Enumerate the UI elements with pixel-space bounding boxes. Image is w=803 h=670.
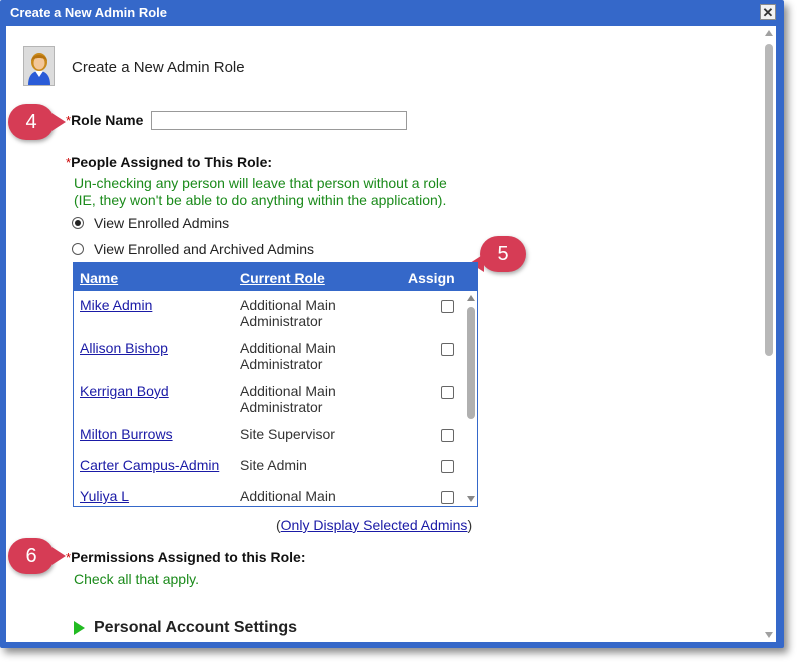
dialog-content[interactable]: Create a New Admin Role 4 *Role Name *Pe… bbox=[6, 26, 776, 642]
callout-badge-4: 4 bbox=[8, 104, 66, 140]
paren-close: ) bbox=[467, 517, 473, 533]
only-display-selected: (Only Display Selected Admins) bbox=[276, 517, 472, 533]
dialog-scrollbar[interactable] bbox=[764, 30, 774, 638]
role-line-2: Administrator bbox=[240, 399, 323, 415]
people-assigned-label: *People Assigned to This Role: bbox=[66, 154, 272, 172]
admin-name-link[interactable]: Allison Bishop bbox=[80, 340, 168, 356]
radio-label[interactable]: View Enrolled Admins bbox=[94, 215, 229, 231]
permissions-label-text: Permissions Assigned to this Role: bbox=[71, 549, 306, 565]
admin-current-role: Additional Main Administrator bbox=[240, 340, 370, 372]
table-body: Mike Admin Additional Main Administrator … bbox=[74, 291, 463, 506]
scroll-down-icon[interactable] bbox=[765, 632, 773, 638]
close-button[interactable]: ✕ bbox=[760, 4, 776, 20]
callout-badge-5: 5 bbox=[470, 236, 526, 272]
admin-current-role: Site Admin bbox=[240, 457, 307, 473]
role-name-input[interactable] bbox=[151, 111, 407, 130]
radio-view-enrolled-admins[interactable]: View Enrolled Admins bbox=[72, 215, 229, 231]
table-scroll-thumb[interactable] bbox=[467, 307, 475, 419]
callout-badge-6: 6 bbox=[8, 538, 66, 574]
dialog-title: Create a New Admin Role bbox=[10, 5, 168, 20]
role-line-2: Administrator bbox=[240, 356, 323, 372]
create-admin-role-dialog: Create a New Admin Role ✕ Create a New A… bbox=[0, 0, 784, 648]
permissions-label: *Permissions Assigned to this Role: bbox=[66, 549, 305, 567]
section-personal-account-settings[interactable]: Personal Account Settings bbox=[74, 619, 297, 637]
people-help-text: Un-checking any person will leave that p… bbox=[74, 175, 447, 209]
admin-name-link[interactable]: Kerrigan Boyd bbox=[80, 383, 169, 399]
assign-checkbox[interactable] bbox=[441, 491, 454, 504]
people-help-line-1: Un-checking any person will leave that p… bbox=[74, 175, 447, 191]
table-row: Mike Admin Additional Main Administrator bbox=[74, 297, 463, 337]
admin-name-link[interactable]: Mike Admin bbox=[80, 297, 152, 313]
admin-name-link[interactable]: Yuliya L bbox=[80, 488, 129, 504]
people-help-line-2: (IE, they won't be able to do anything w… bbox=[74, 192, 447, 208]
admin-current-role: Additional Main Administrator bbox=[240, 383, 370, 415]
column-header-assign: Assign bbox=[408, 270, 455, 286]
column-header-current-role[interactable]: Current Role bbox=[240, 270, 325, 286]
table-header: Name Current Role Assign bbox=[74, 263, 477, 291]
only-display-selected-link[interactable]: Only Display Selected Admins bbox=[281, 517, 468, 533]
section-title[interactable]: Personal Account Settings bbox=[94, 619, 297, 637]
admin-name-link[interactable]: Carter Campus-Admin bbox=[80, 457, 219, 473]
radio-label[interactable]: View Enrolled and Archived Admins bbox=[94, 241, 314, 257]
table-scroll-down-icon[interactable] bbox=[467, 496, 475, 502]
admin-current-role: Additional Main bbox=[240, 488, 336, 504]
admin-name-link[interactable]: Milton Burrows bbox=[80, 426, 173, 442]
table-scrollbar[interactable] bbox=[467, 295, 475, 502]
assign-checkbox[interactable] bbox=[441, 429, 454, 442]
expand-triangle-icon[interactable] bbox=[74, 621, 85, 635]
role-line-2: Administrator bbox=[240, 313, 323, 329]
table-row: Yuliya L Additional Main bbox=[74, 488, 463, 506]
assign-checkbox[interactable] bbox=[441, 300, 454, 313]
assign-checkbox[interactable] bbox=[441, 343, 454, 356]
admin-current-role: Site Supervisor bbox=[240, 426, 335, 442]
people-assigned-label-text: People Assigned to This Role: bbox=[71, 154, 273, 170]
assign-checkbox[interactable] bbox=[441, 460, 454, 473]
column-header-name[interactable]: Name bbox=[80, 270, 118, 286]
role-line-1: Additional Main bbox=[240, 383, 336, 399]
radio-button-selected[interactable] bbox=[72, 217, 84, 229]
table-scroll-up-icon[interactable] bbox=[467, 295, 475, 301]
admin-avatar-icon bbox=[23, 46, 55, 86]
admin-current-role: Additional Main Administrator bbox=[240, 297, 370, 329]
assign-checkbox[interactable] bbox=[441, 386, 454, 399]
role-name-label-text: Role Name bbox=[71, 112, 144, 128]
admins-table: Name Current Role Assign Mike Admin Addi… bbox=[73, 262, 478, 507]
role-line-1: Additional Main bbox=[240, 297, 336, 313]
scroll-up-icon[interactable] bbox=[765, 30, 773, 36]
radio-view-enrolled-archived-admins[interactable]: View Enrolled and Archived Admins bbox=[72, 241, 314, 257]
table-row: Milton Burrows Site Supervisor bbox=[74, 426, 463, 450]
scroll-thumb[interactable] bbox=[765, 44, 773, 356]
table-row: Carter Campus-Admin Site Admin bbox=[74, 457, 463, 481]
radio-button[interactable] bbox=[72, 243, 84, 255]
role-line-1: Additional Main bbox=[240, 340, 336, 356]
table-row: Allison Bishop Additional Main Administra… bbox=[74, 340, 463, 380]
permissions-help-text: Check all that apply. bbox=[74, 571, 200, 587]
page-title: Create a New Admin Role bbox=[72, 59, 245, 76]
table-row: Kerrigan Boyd Additional Main Administrat… bbox=[74, 383, 463, 423]
role-name-label: *Role Name bbox=[66, 112, 143, 130]
